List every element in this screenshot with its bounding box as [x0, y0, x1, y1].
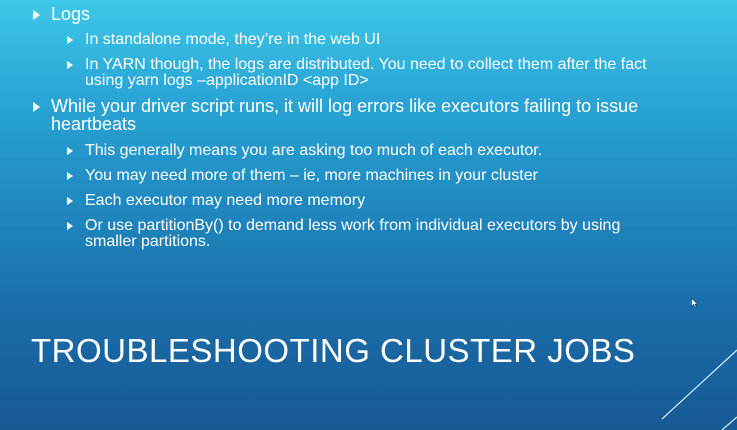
decorative-line: [721, 416, 737, 430]
mouse-pointer-icon: [691, 298, 699, 308]
triangle-bullet-icon: [33, 102, 40, 112]
bullet-text: Each executor may need more memory: [85, 192, 366, 209]
sub-bullet-memory: Each executor may need more memory: [67, 193, 365, 209]
decorative-line: [661, 349, 737, 420]
bullet-text: In standalone mode, they’re in the web U…: [85, 31, 381, 48]
bullet-text: You may need more of them – ie, more mac…: [85, 167, 538, 184]
triangle-bullet-icon: [67, 61, 73, 69]
bullet-logs: Logs: [33, 5, 90, 23]
triangle-bullet-icon: [67, 36, 73, 44]
sub-bullet-partition: Or use partitionBy() to demand less work…: [67, 218, 667, 250]
bullet-text: While your driver script runs, it will l…: [51, 96, 639, 134]
triangle-bullet-icon: [33, 10, 40, 20]
triangle-bullet-icon: [67, 147, 73, 155]
triangle-bullet-icon: [67, 222, 73, 230]
bullet-driver-script: While your driver script runs, it will l…: [33, 97, 673, 133]
sub-bullet-standalone: In standalone mode, they’re in the web U…: [67, 32, 380, 48]
triangle-bullet-icon: [67, 197, 73, 205]
sub-bullet-more-executors: You may need more of them – ie, more mac…: [67, 168, 538, 184]
bullet-text: Or use partitionBy() to demand less work…: [85, 217, 621, 250]
bullet-text: This generally means you are asking too …: [85, 142, 543, 159]
bullet-text: In YARN though, the logs are distributed…: [85, 56, 647, 89]
triangle-bullet-icon: [67, 172, 73, 180]
bullet-text: Logs: [51, 4, 91, 24]
slide-title: TROUBLESHOOTING CLUSTER JOBS: [31, 332, 636, 369]
presentation-slide: Logs In standalone mode, they’re in the …: [0, 0, 737, 430]
sub-bullet-generally: This generally means you are asking too …: [67, 143, 542, 159]
sub-bullet-yarn: In YARN though, the logs are distributed…: [67, 57, 667, 89]
